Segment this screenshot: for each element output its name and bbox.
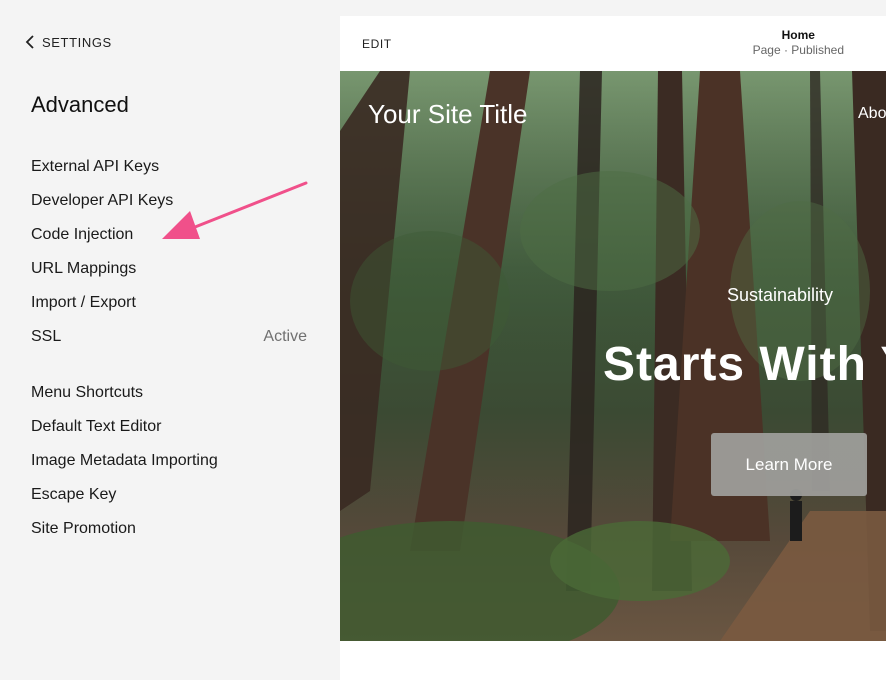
menu-item-label: URL Mappings (31, 260, 137, 277)
chevron-left-icon (25, 35, 34, 49)
page-info: Home Page · Published (753, 28, 844, 57)
hero-eyebrow: Sustainability (727, 285, 834, 305)
menu-item-label: Escape Key (31, 486, 117, 503)
menu-item-image-metadata-importing[interactable]: Image Metadata Importing (31, 444, 307, 478)
menu-item-escape-key[interactable]: Escape Key (31, 478, 307, 512)
site-title[interactable]: Your Site Title (368, 99, 527, 130)
menu-item-menu-shortcuts[interactable]: Menu Shortcuts (31, 376, 307, 410)
menu-item-label: Menu Shortcuts (31, 384, 144, 401)
site-preview: EDIT Home Page · Published Your Site Tit… (340, 16, 886, 680)
page-status: Page · Published (752, 43, 844, 57)
menu-item-label: External API Keys (31, 158, 160, 175)
edit-button[interactable]: EDIT (362, 37, 392, 51)
menu-item-label: Image Metadata Importing (31, 452, 218, 469)
advanced-menu-group-2: Menu Shortcuts Default Text Editor Image… (31, 376, 307, 546)
menu-item-import-export[interactable]: Import / Export (31, 286, 307, 320)
learn-more-button[interactable]: Learn More (711, 433, 867, 496)
menu-item-url-mappings[interactable]: URL Mappings (31, 252, 307, 286)
annotation-arrow-icon (162, 181, 308, 239)
menu-item-label: Import / Export (31, 294, 136, 311)
hero-headline: Starts With Y (603, 338, 886, 391)
back-label: SETTINGS (42, 34, 112, 50)
menu-item-label: Code Injection (31, 226, 134, 243)
preview-header: EDIT Home Page · Published (340, 16, 886, 72)
menu-item-label: Site Promotion (31, 520, 136, 537)
panel-title: Advanced (31, 92, 129, 117)
back-to-settings-link[interactable]: SETTINGS (24, 34, 112, 50)
menu-item-ssl[interactable]: SSL Active (31, 320, 307, 354)
menu-item-label: Default Text Editor (31, 418, 162, 435)
menu-item-label: SSL (31, 328, 62, 345)
settings-sidebar: SETTINGS Advanced External API Keys Deve… (0, 0, 340, 680)
menu-item-default-text-editor[interactable]: Default Text Editor (31, 410, 307, 444)
hero-section: Your Site Title Abo Sustainability Start… (340, 71, 886, 641)
page-name: Home (781, 28, 815, 42)
ssl-status: Active (263, 328, 307, 345)
nav-link-about[interactable]: Abo (858, 105, 886, 123)
menu-item-site-promotion[interactable]: Site Promotion (31, 512, 307, 546)
